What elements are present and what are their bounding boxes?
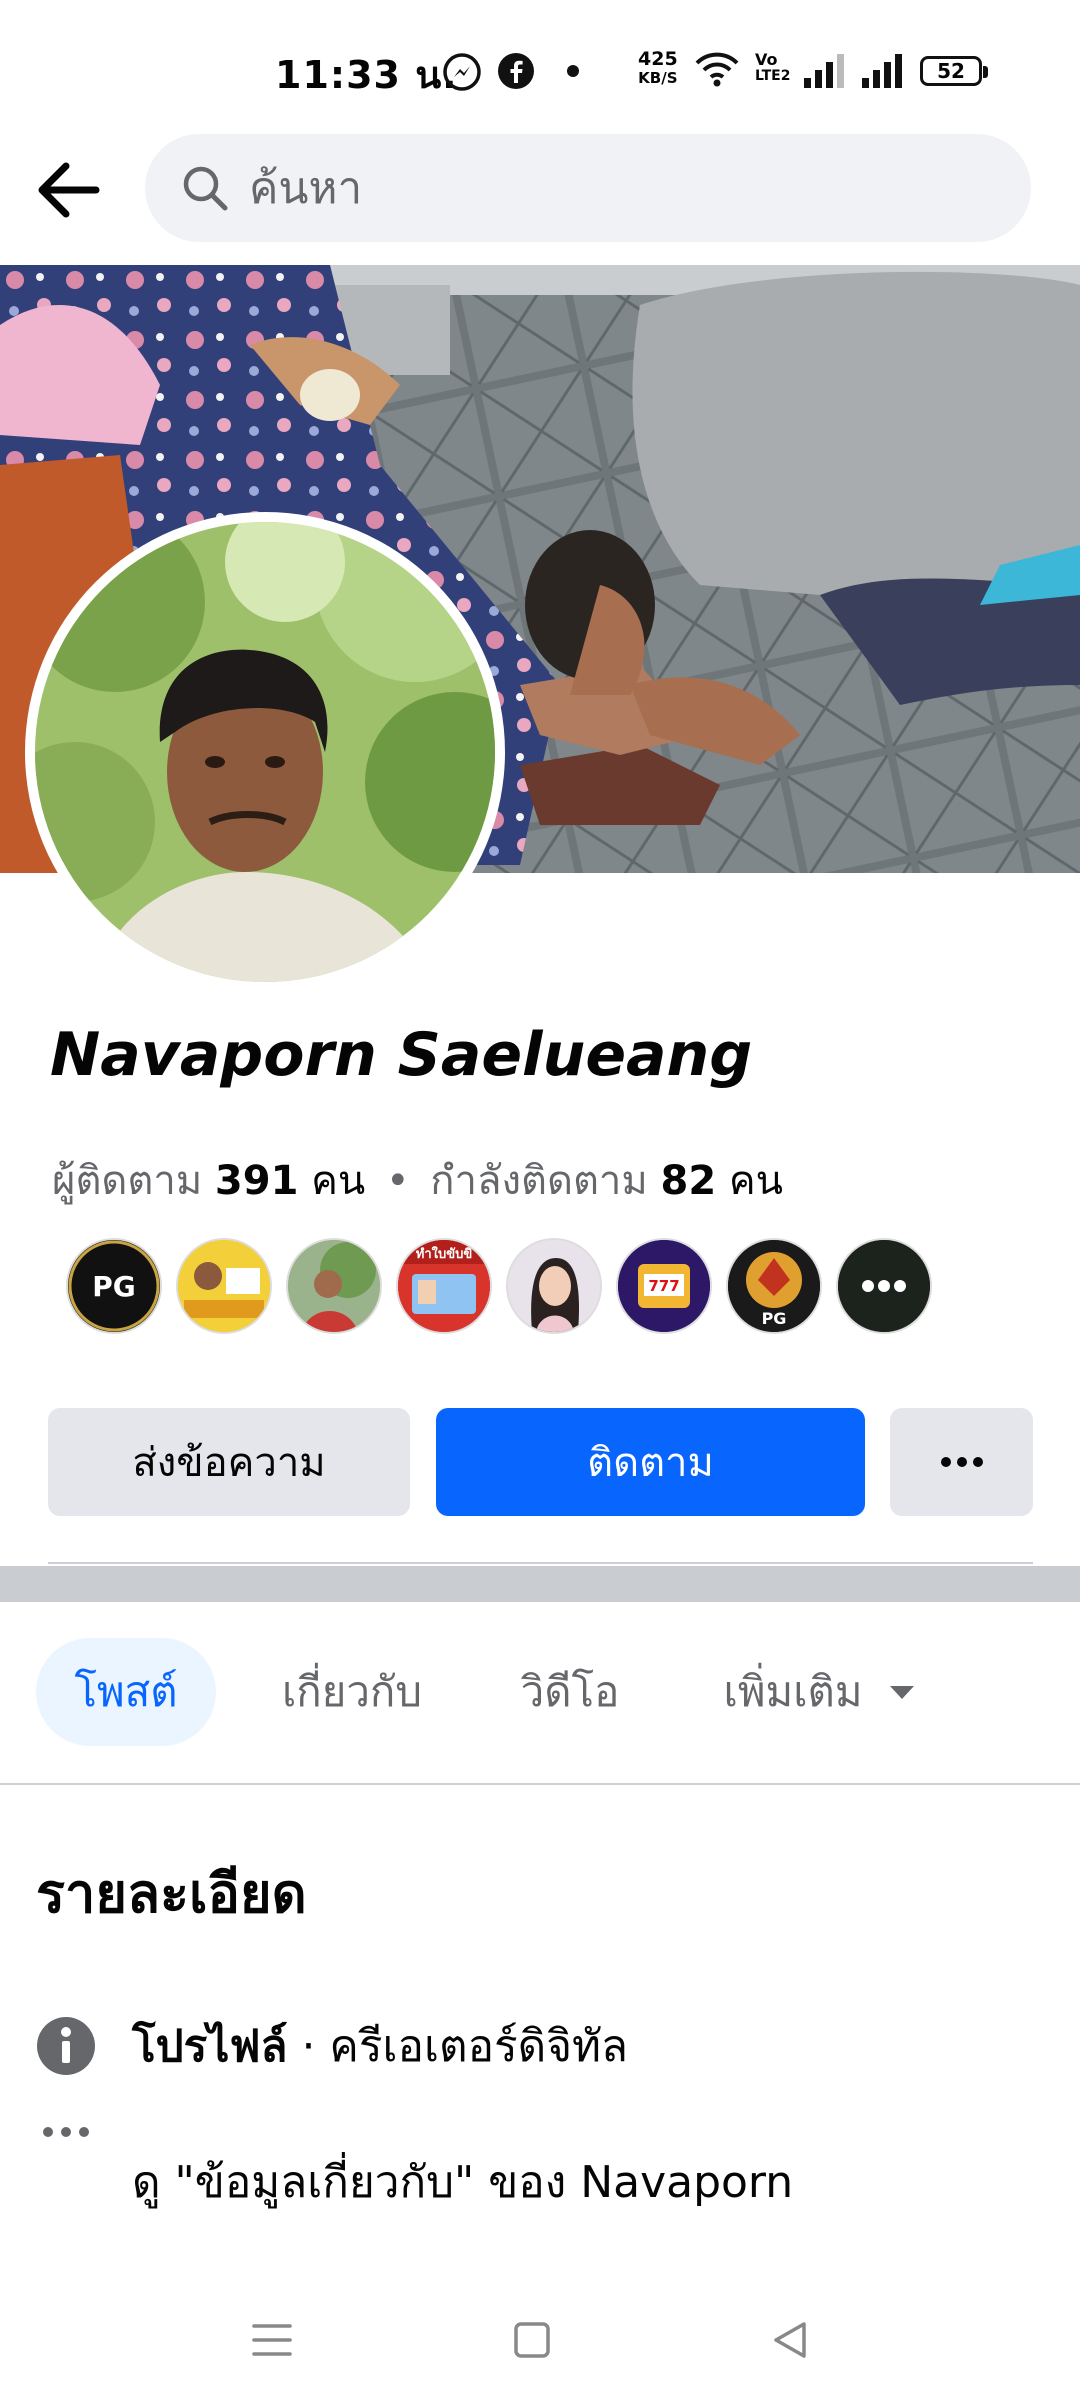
follower-stats: ผู้ติดตาม 391 คน • กำลังติดตาม 82 คน xyxy=(52,1148,783,1212)
notification-dot-icon xyxy=(567,65,579,77)
status-time: 11:33 น. xyxy=(275,53,458,97)
followed-avatar[interactable] xyxy=(506,1238,602,1334)
detail-about-link[interactable]: ดู "ข้อมูลเกี่ยวกับ" ของ Navaporn xyxy=(36,2127,1036,2222)
tab-videos[interactable]: วิดีโอ xyxy=(500,1638,640,1746)
status-bar: 11:33 น. 425 KB/S Vo LTE2 52 xyxy=(0,0,1080,130)
followed-avatar[interactable] xyxy=(286,1238,382,1334)
profile-tabs: โพสต์ เกี่ยวกับ วิดีโอ เพิ่มเติม xyxy=(0,1636,1080,1746)
details-heading: รายละเอียด xyxy=(36,1862,307,1925)
network-speed-value: 425 xyxy=(638,48,678,70)
search-bar[interactable] xyxy=(145,134,1031,242)
volte-indicator: Vo LTE2 xyxy=(755,50,791,85)
slot-machine-icon: 777 xyxy=(618,1240,710,1332)
home-square-icon[interactable] xyxy=(502,2310,562,2370)
followers-label: ผู้ติดตาม xyxy=(52,1158,203,1204)
following-unit: คน xyxy=(728,1158,783,1204)
svg-text:PG: PG xyxy=(92,1270,136,1303)
caret-down-icon xyxy=(889,1686,914,1699)
follow-button[interactable]: ติดตาม xyxy=(436,1408,865,1516)
message-button[interactable]: ส่งข้อความ xyxy=(48,1408,410,1516)
wifi-icon xyxy=(695,52,739,87)
profile-type-label: โปรไฟล์ xyxy=(132,2021,288,2072)
about-link-text[interactable]: ดู "ข้อมูลเกี่ยวกับ" ของ Navaporn xyxy=(132,2147,793,2217)
volte-top: Vo xyxy=(755,50,778,69)
woman-photo-image xyxy=(508,1240,600,1332)
profile-avatar[interactable] xyxy=(25,512,505,992)
svg-text:PG: PG xyxy=(762,1309,787,1328)
messenger-icon xyxy=(443,53,481,91)
followed-avatar[interactable]: PG xyxy=(66,1238,162,1334)
profile-type-separator: · xyxy=(287,2021,330,2072)
tab-more-label: เพิ่มเติม xyxy=(723,1667,863,1716)
more-options-button[interactable] xyxy=(890,1408,1033,1516)
svg-text:ทำใบขับขี่: ทำใบขับขี่ xyxy=(416,1244,473,1262)
profile-type-text: โปรไฟล์ · ครีเอเตอร์ดิจิทัล xyxy=(132,2011,628,2081)
tab-more[interactable]: เพิ่มเติม xyxy=(700,1638,940,1746)
person-photo-image xyxy=(288,1240,380,1332)
back-triangle-icon[interactable] xyxy=(760,2310,820,2370)
stats-separator: • xyxy=(385,1158,410,1204)
menu-icon[interactable] xyxy=(242,2310,302,2370)
tabs-divider xyxy=(0,1783,1080,1785)
followed-avatar[interactable] xyxy=(176,1238,272,1334)
following-label: กำลังติดตาม xyxy=(430,1158,648,1204)
battery-icon: 52 xyxy=(920,56,988,86)
followed-avatar[interactable]: 777 xyxy=(616,1238,712,1334)
pg-logo-icon: PG xyxy=(68,1240,160,1332)
search-icon xyxy=(183,166,228,211)
profile-avatar-image xyxy=(35,522,495,982)
followers-count[interactable]: 391 xyxy=(215,1158,299,1204)
poster-image xyxy=(178,1240,270,1332)
back-arrow-icon[interactable] xyxy=(30,150,110,230)
signal-icon-sim1 xyxy=(804,54,844,88)
volte-bottom: LTE2 xyxy=(755,68,791,84)
more-followed-avatar[interactable] xyxy=(836,1238,932,1334)
tab-posts[interactable]: โพสต์ xyxy=(36,1638,216,1746)
profile-type-value: ครีเอเตอร์ดิจิทัล xyxy=(329,2021,628,2072)
license-poster-image: ทำใบขับขี่ xyxy=(398,1240,490,1332)
following-count[interactable]: 82 xyxy=(660,1158,716,1204)
info-icon xyxy=(36,2016,96,2076)
network-speed: 425 KB/S xyxy=(638,50,678,88)
more-horizontal-icon xyxy=(36,2127,96,2212)
profile-name: Navaporn Saelueang xyxy=(50,1020,753,1090)
facebook-icon xyxy=(498,53,534,89)
tab-about[interactable]: เกี่ยวกับ xyxy=(262,1638,442,1746)
followers-unit: คน xyxy=(311,1158,366,1204)
section-separator xyxy=(0,1566,1080,1602)
followed-avatars-row[interactable]: PG ทำใบขับขี่ 777 PG xyxy=(66,1238,932,1336)
pg-game-logo-icon: PG xyxy=(728,1240,820,1332)
network-speed-unit: KB/S xyxy=(638,69,678,87)
search-input[interactable] xyxy=(249,158,949,218)
system-nav-bar xyxy=(0,2280,1080,2400)
svg-text:777: 777 xyxy=(648,1277,679,1295)
more-dots-icon xyxy=(838,1240,930,1332)
divider xyxy=(48,1562,1033,1564)
followed-avatar[interactable]: ทำใบขับขี่ xyxy=(396,1238,492,1334)
followed-avatar[interactable]: PG xyxy=(726,1238,822,1334)
ellipsis-icon xyxy=(940,1457,983,1467)
detail-profile-type: โปรไฟล์ · ครีเอเตอร์ดิจิทัล xyxy=(36,2006,1036,2086)
signal-icon-sim2 xyxy=(862,54,902,88)
